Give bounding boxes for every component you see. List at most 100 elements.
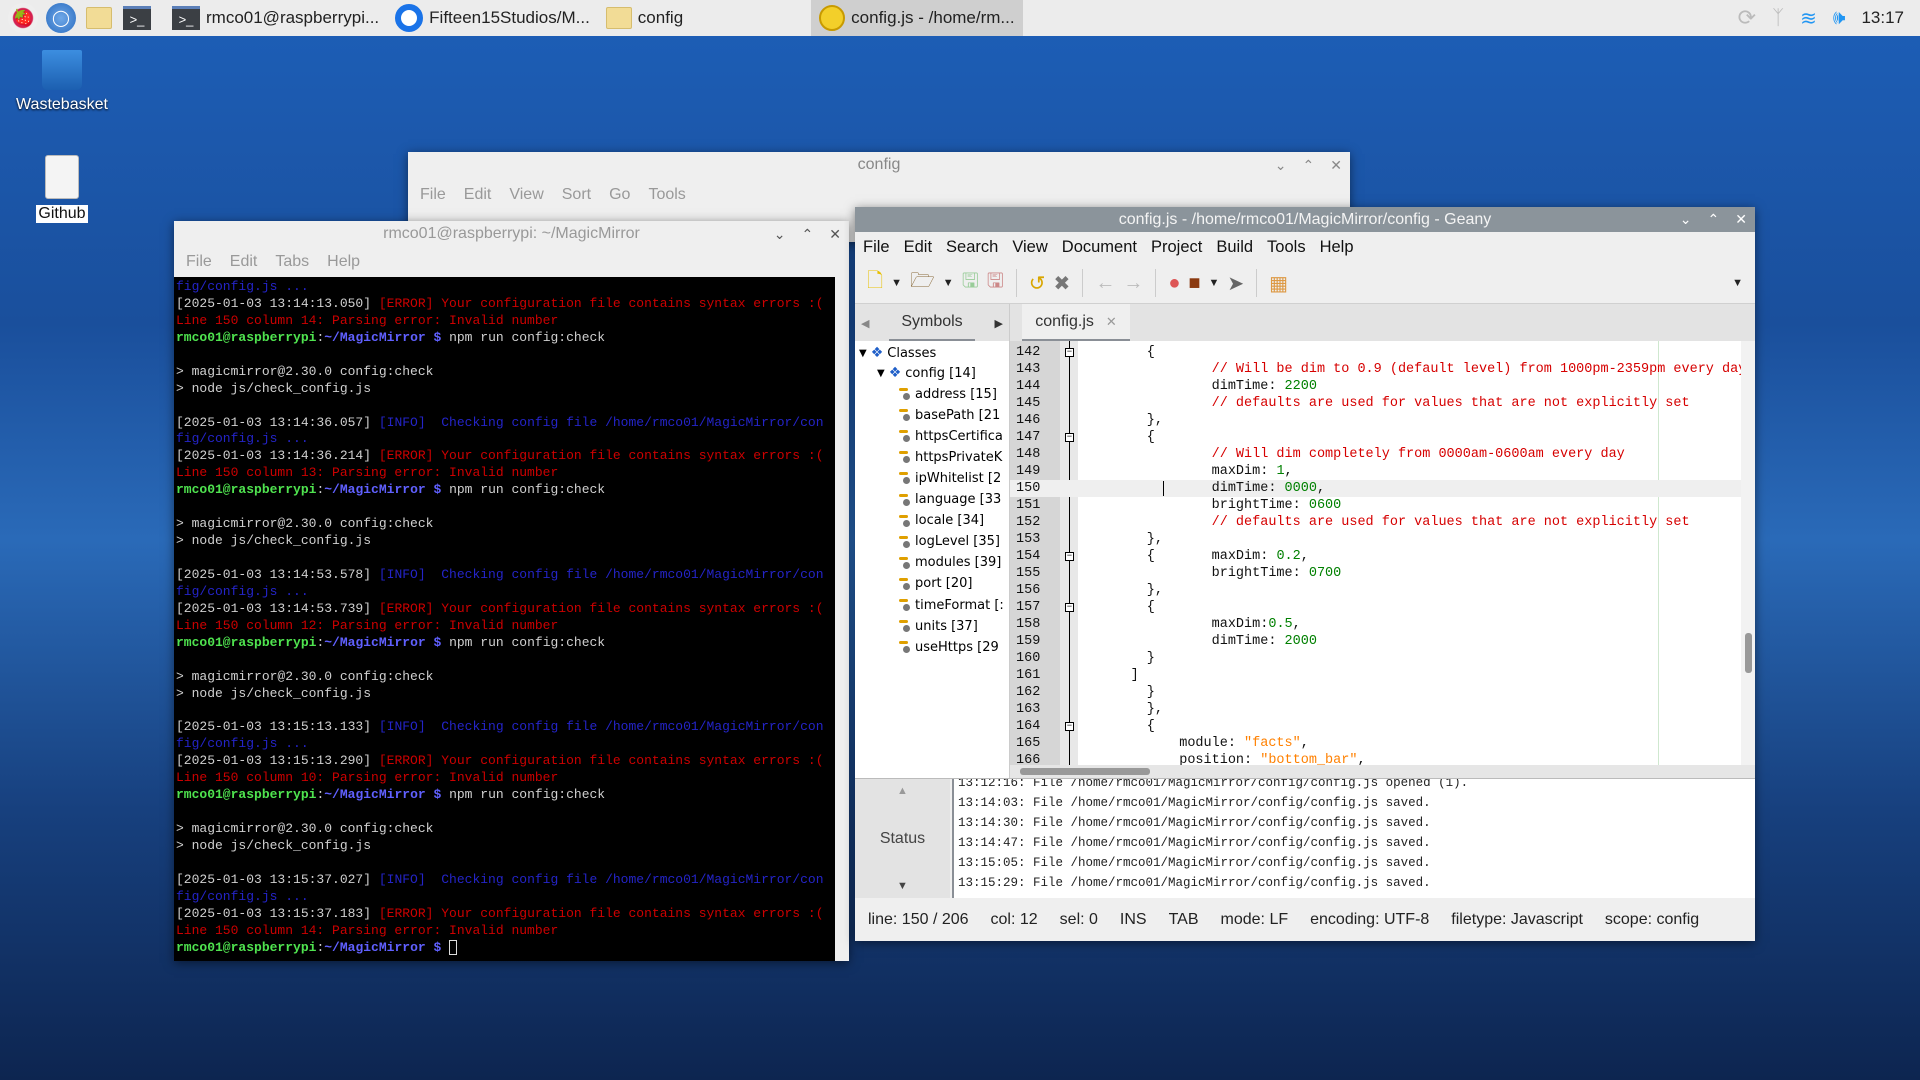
tab-scroll-left-icon[interactable]: ◀ bbox=[861, 317, 869, 330]
menu-item-tabs[interactable]: Tabs bbox=[275, 253, 309, 271]
task-folder-config[interactable]: config bbox=[598, 0, 691, 36]
desktop-icon-wastebasket[interactable]: Wastebasket bbox=[7, 50, 117, 114]
close-button[interactable]: ✕ bbox=[829, 226, 841, 243]
tree-node-member[interactable]: units [37] bbox=[899, 616, 978, 636]
task-geany[interactable]: config.js - /home/rm... bbox=[811, 0, 1023, 36]
title-bar[interactable]: config.js - /home/rmco01/MagicMirror/con… bbox=[855, 207, 1755, 232]
clock[interactable]: 13:17 bbox=[1861, 8, 1904, 28]
tree-node-classes[interactable]: ▼ ❖ Classes bbox=[859, 343, 936, 363]
menu-item-build[interactable]: Build bbox=[1216, 238, 1253, 257]
menu-item-view[interactable]: View bbox=[509, 186, 543, 204]
web-browser-icon[interactable]: ◯ bbox=[46, 3, 76, 33]
title-bar[interactable]: rmco01@raspberrypi: ~/MagicMirror ⌄ ⌃ ✕ bbox=[174, 221, 849, 247]
build-icon[interactable]: ■ bbox=[1188, 272, 1200, 295]
compile-icon[interactable]: ● bbox=[1168, 272, 1180, 295]
tab-scroll-right-icon[interactable]: ▶ bbox=[995, 317, 1003, 330]
volume-icon[interactable]: 🕪 bbox=[1833, 7, 1846, 30]
close-button[interactable]: ✕ bbox=[1330, 157, 1342, 174]
expander-icon[interactable]: ▼ bbox=[877, 368, 885, 379]
back-icon[interactable]: ← bbox=[1095, 272, 1115, 295]
menu-item-sort[interactable]: Sort bbox=[562, 186, 591, 204]
fold-toggle-icon[interactable]: − bbox=[1065, 433, 1074, 442]
title-bar[interactable]: config ⌄ ⌃ ✕ bbox=[408, 152, 1350, 178]
menu-item-file[interactable]: File bbox=[863, 238, 890, 257]
fold-toggle-icon[interactable]: − bbox=[1065, 552, 1074, 561]
fold-toggle-icon[interactable]: − bbox=[1065, 603, 1074, 612]
status-messages[interactable]: 13:12:16: File /home/rmco01/MagicMirror/… bbox=[952, 779, 1755, 898]
tab-symbols[interactable]: Symbols bbox=[889, 305, 975, 342]
menu-item-edit[interactable]: Edit bbox=[904, 238, 932, 257]
expander-icon[interactable]: ▼ bbox=[859, 348, 867, 359]
desktop-icon-github[interactable]: Github bbox=[7, 155, 117, 223]
menu-item-edit[interactable]: Edit bbox=[464, 186, 492, 204]
tab-status[interactable]: Status bbox=[880, 830, 925, 848]
horizontal-scrollbar[interactable] bbox=[1010, 765, 1755, 778]
save-icon[interactable]: 🖫 bbox=[962, 266, 979, 300]
file-manager-icon[interactable] bbox=[84, 3, 114, 33]
revert-icon[interactable]: ↺ bbox=[1029, 271, 1046, 296]
maximize-button[interactable]: ⌃ bbox=[1303, 157, 1315, 174]
menu-item-document[interactable]: Document bbox=[1062, 238, 1137, 257]
task-chromium[interactable]: Fifteen15Studios/M... bbox=[387, 0, 598, 36]
task-terminal[interactable]: >_ rmco01@raspberrypi... bbox=[164, 0, 387, 36]
forward-icon[interactable]: → bbox=[1123, 272, 1143, 295]
terminal-output[interactable]: fig/config.js ... [2025-01-03 13:14:13.05… bbox=[176, 279, 835, 961]
tree-node-member[interactable]: timeFormat [: bbox=[899, 595, 1004, 615]
tree-node-member[interactable]: useHttps [29 bbox=[899, 637, 999, 657]
menu-item-go[interactable]: Go bbox=[609, 186, 630, 204]
menu-item-tools[interactable]: Tools bbox=[648, 186, 685, 204]
minimize-button[interactable]: ⌄ bbox=[1275, 157, 1287, 174]
maximize-button[interactable]: ⌃ bbox=[802, 226, 814, 243]
menu-item-edit[interactable]: Edit bbox=[230, 253, 258, 271]
toolbar-overflow-icon[interactable]: ▼ bbox=[1732, 277, 1743, 289]
raspberry-menu-icon[interactable]: 🍓 bbox=[8, 3, 38, 33]
menu-item-help[interactable]: Help bbox=[1320, 238, 1354, 257]
wifi-icon[interactable]: ≋ bbox=[1800, 6, 1817, 31]
close-tab-icon[interactable]: ✕ bbox=[1106, 314, 1117, 330]
chevron-down-icon[interactable]: ▼ bbox=[943, 277, 954, 289]
menu-item-tools[interactable]: Tools bbox=[1267, 238, 1306, 257]
terminal-icon[interactable]: >_ bbox=[122, 3, 152, 33]
menu-item-help[interactable]: Help bbox=[327, 253, 360, 271]
minimize-button[interactable]: ⌄ bbox=[774, 226, 786, 243]
tree-node-member[interactable]: ipWhitelist [2 bbox=[899, 468, 1001, 488]
tree-node-member[interactable]: port [20] bbox=[899, 574, 972, 594]
tree-node-member[interactable]: httpsPrivateK bbox=[899, 447, 1002, 467]
tree-node-config[interactable]: ▼ ❖ config [14] bbox=[877, 363, 976, 383]
vertical-scrollbar[interactable] bbox=[1741, 341, 1755, 778]
fold-toggle-icon[interactable]: − bbox=[1065, 348, 1074, 357]
tree-node-member[interactable]: logLevel [35] bbox=[899, 532, 1000, 552]
menu-item-file[interactable]: File bbox=[420, 186, 446, 204]
code-content[interactable]: 142 − {143 // Will be dim to 0.9 (default… bbox=[1010, 344, 1746, 769]
color-chooser-icon[interactable]: ▦ bbox=[1269, 271, 1288, 296]
execute-icon[interactable]: ➤ bbox=[1227, 271, 1244, 296]
tree-node-member[interactable]: httpsCertifica bbox=[899, 426, 1003, 446]
tree-node-member[interactable]: modules [39] bbox=[899, 553, 1001, 573]
message-line: 13:15:05: File /home/rmco01/MagicMirror/… bbox=[958, 856, 1431, 870]
menu-item-view[interactable]: View bbox=[1012, 238, 1047, 257]
save-all-icon[interactable]: 🖫 bbox=[987, 266, 1004, 300]
close-icon[interactable]: ✖ bbox=[1054, 271, 1071, 296]
maximize-button[interactable]: ⌃ bbox=[1708, 211, 1720, 228]
tab-config-js[interactable]: config.js ✕ bbox=[1022, 304, 1130, 342]
scrollbar[interactable] bbox=[835, 277, 849, 961]
tree-node-member[interactable]: locale [34] bbox=[899, 511, 984, 531]
open-file-icon[interactable]: 🗁 bbox=[910, 266, 935, 300]
code-editor[interactable]: 142 − {143 // Will be dim to 0.9 (default… bbox=[1010, 341, 1755, 778]
chevron-down-icon[interactable]: ▼ bbox=[1209, 277, 1220, 289]
chevron-down-icon[interactable]: ▼ bbox=[891, 277, 902, 289]
menu-item-project[interactable]: Project bbox=[1151, 238, 1202, 257]
menu-item-file[interactable]: File bbox=[186, 253, 212, 271]
sync-icon[interactable]: ⟳ bbox=[1738, 5, 1756, 31]
bluetooth-icon[interactable]: ᛉ bbox=[1772, 7, 1784, 30]
new-file-icon[interactable]: 🗋 bbox=[867, 266, 883, 300]
tree-node-member[interactable]: basePath [21 bbox=[899, 405, 1000, 425]
menu-item-search[interactable]: Search bbox=[946, 238, 998, 257]
scroll-down-icon[interactable]: ▼ bbox=[897, 880, 908, 892]
tree-node-member[interactable]: address [15] bbox=[899, 384, 997, 404]
tree-node-member[interactable]: language [33 bbox=[899, 490, 1001, 510]
close-button[interactable]: ✕ bbox=[1735, 211, 1747, 228]
scroll-up-icon[interactable]: ▲ bbox=[897, 785, 908, 797]
fold-toggle-icon[interactable]: − bbox=[1065, 722, 1074, 731]
minimize-button[interactable]: ⌄ bbox=[1680, 211, 1692, 228]
